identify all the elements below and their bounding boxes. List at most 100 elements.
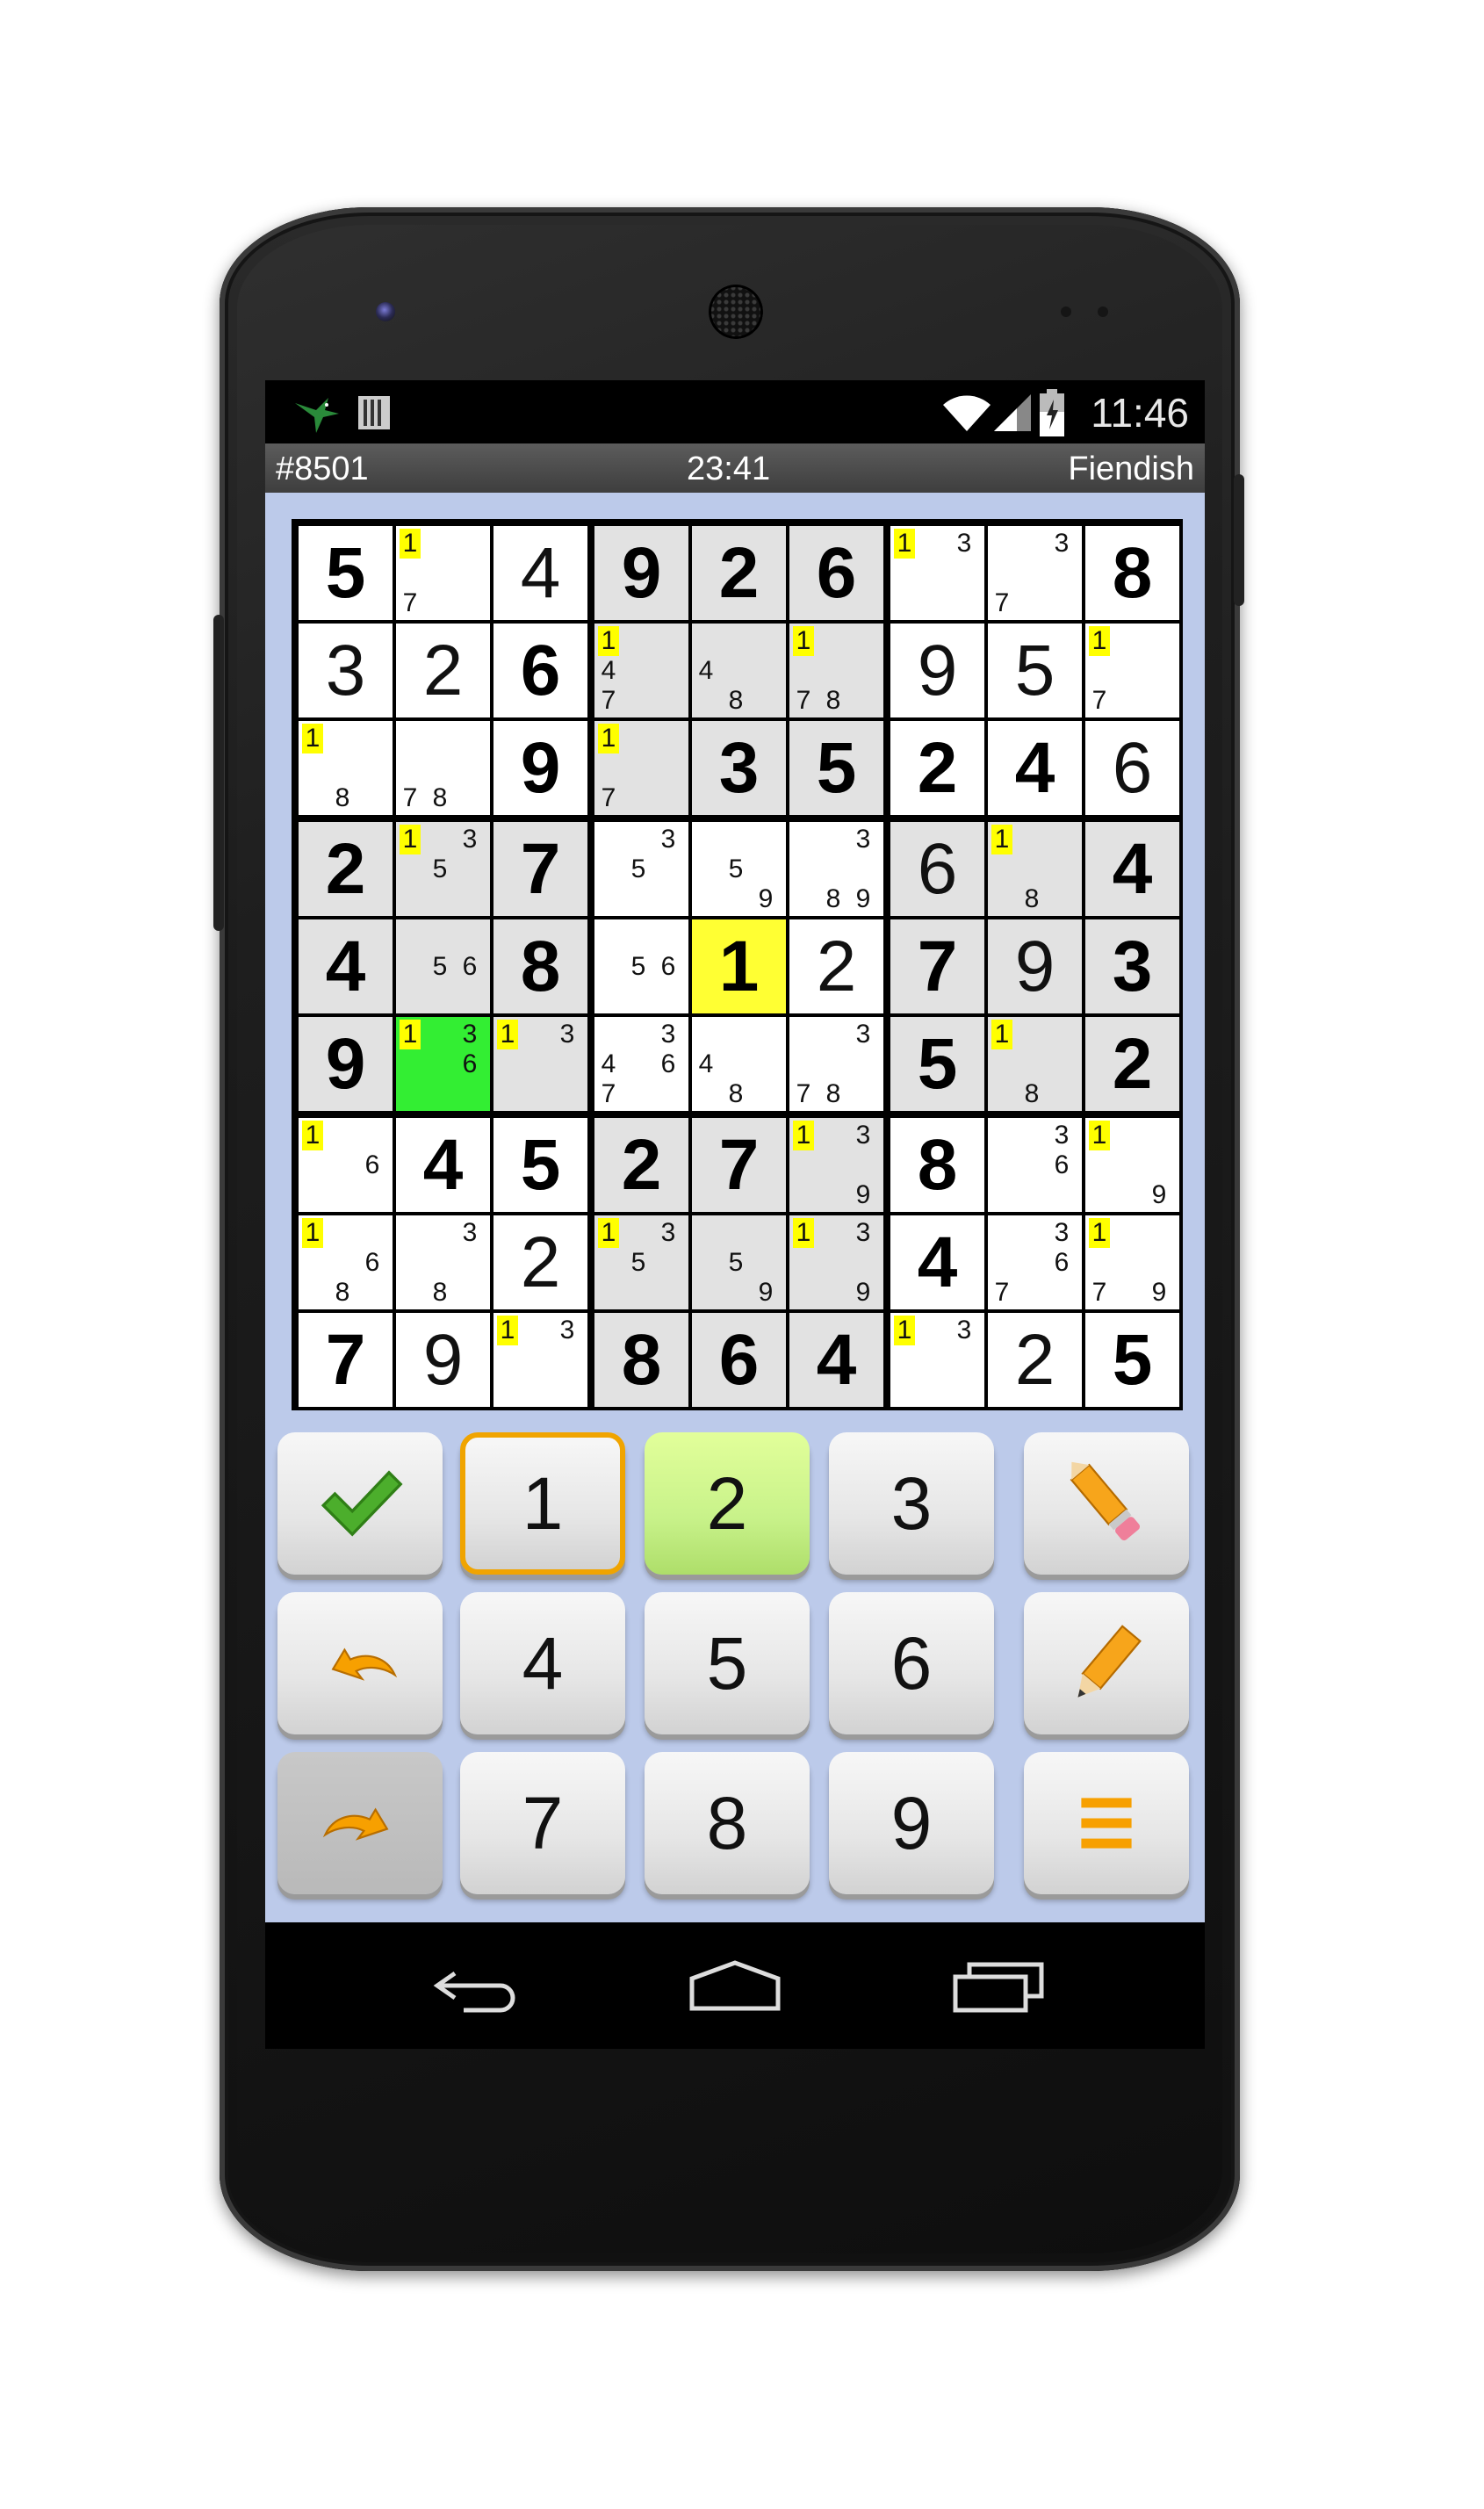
sudoku-cell[interactable]: 13: [890, 526, 984, 620]
sudoku-cell[interactable]: 1 68: [299, 1215, 393, 1309]
digit-key-2[interactable]: 2: [645, 1432, 810, 1575]
sudoku-cell[interactable]: 1 7 9: [1085, 1215, 1179, 1309]
digit-key-6[interactable]: 6: [829, 1592, 994, 1734]
sudoku-cell[interactable]: 59: [692, 1215, 786, 1309]
sudoku-cell[interactable]: 18: [299, 721, 393, 815]
sudoku-cell[interactable]: 78: [396, 721, 490, 815]
sudoku-cell[interactable]: 2: [493, 1215, 587, 1309]
sudoku-cell[interactable]: 147: [594, 624, 688, 717]
eraser-pencil-button[interactable]: [1024, 1432, 1189, 1575]
sudoku-cell[interactable]: 3: [299, 624, 393, 717]
sudoku-cell[interactable]: 5: [493, 1118, 587, 1212]
digit-key-1[interactable]: 1: [460, 1432, 625, 1575]
home-icon[interactable]: [687, 1957, 783, 2014]
sudoku-cell[interactable]: 8: [493, 919, 587, 1013]
sudoku-cell[interactable]: 6: [789, 526, 883, 620]
sudoku-cell[interactable]: 13: [890, 1313, 984, 1407]
sudoku-cell[interactable]: 1 35: [594, 1215, 688, 1309]
sudoku-cell[interactable]: 9: [594, 526, 688, 620]
sudoku-cell[interactable]: 1 78: [789, 624, 883, 717]
sudoku-cell[interactable]: 13: [493, 1313, 587, 1407]
sudoku-cell[interactable]: 6: [890, 822, 984, 916]
sudoku-cell[interactable]: 7: [299, 1313, 393, 1407]
sudoku-cell[interactable]: 4: [396, 1118, 490, 1212]
sudoku-cell[interactable]: 1 3 9: [789, 1118, 883, 1212]
digit-key-3[interactable]: 3: [829, 1432, 994, 1575]
sudoku-cell[interactable]: 9: [988, 919, 1082, 1013]
sudoku-cell[interactable]: 2: [299, 822, 393, 916]
sudoku-cell[interactable]: 2: [692, 526, 786, 620]
sudoku-cell[interactable]: 4: [890, 1215, 984, 1309]
sudoku-cell[interactable]: 9: [299, 1017, 393, 1111]
digit-key-9[interactable]: 9: [829, 1752, 994, 1894]
sudoku-cell[interactable]: 2: [594, 1118, 688, 1212]
sudoku-cell[interactable]: 19: [1085, 1118, 1179, 1212]
sudoku-cell[interactable]: 4: [1085, 822, 1179, 916]
sudoku-cell[interactable]: 48: [692, 624, 786, 717]
sudoku-cell[interactable]: 8: [890, 1118, 984, 1212]
sudoku-cell[interactable]: 48: [692, 1017, 786, 1111]
sudoku-cell[interactable]: 4: [988, 721, 1082, 815]
sudoku-cell[interactable]: 3: [1085, 919, 1179, 1013]
sudoku-cell[interactable]: 18: [988, 822, 1082, 916]
sudoku-cell[interactable]: 9: [396, 1313, 490, 1407]
sudoku-cell[interactable]: 6: [493, 624, 587, 717]
sudoku-cell[interactable]: 2: [1085, 1017, 1179, 1111]
undo-button[interactable]: [277, 1592, 443, 1734]
sudoku-cell[interactable]: 1 36: [396, 1017, 490, 1111]
sudoku-cell[interactable]: 1: [692, 919, 786, 1013]
sudoku-cell[interactable]: 5: [890, 1017, 984, 1111]
sudoku-cell[interactable]: 9: [493, 721, 587, 815]
sudoku-cell[interactable]: 17: [396, 526, 490, 620]
sudoku-cell[interactable]: 2: [789, 919, 883, 1013]
sudoku-cell[interactable]: 5: [988, 624, 1082, 717]
sudoku-cell[interactable]: 5: [789, 721, 883, 815]
digit-key-7[interactable]: 7: [460, 1752, 625, 1894]
sudoku-cell[interactable]: 7: [493, 822, 587, 916]
digit-key-4[interactable]: 4: [460, 1592, 625, 1734]
sudoku-cell[interactable]: 8: [594, 1313, 688, 1407]
recent-apps-icon[interactable]: [950, 1957, 1047, 2014]
sudoku-cell[interactable]: 6: [1085, 721, 1179, 815]
check-button[interactable]: [277, 1432, 443, 1575]
sudoku-cell[interactable]: 3: [692, 721, 786, 815]
sudoku-cell[interactable]: 8: [1085, 526, 1179, 620]
sudoku-cell[interactable]: 13: [493, 1017, 587, 1111]
sudoku-cell[interactable]: 17: [594, 721, 688, 815]
sudoku-cell[interactable]: 6: [692, 1313, 786, 1407]
sudoku-cell[interactable]: 3 4 6 7: [594, 1017, 688, 1111]
sudoku-cell[interactable]: 17: [1085, 624, 1179, 717]
sudoku-cell[interactable]: 3 89: [789, 822, 883, 916]
sudoku-cell[interactable]: 35: [594, 822, 688, 916]
pencil-button[interactable]: [1024, 1592, 1189, 1734]
sudoku-cell[interactable]: 9: [890, 624, 984, 717]
sudoku-cell[interactable]: 18: [988, 1017, 1082, 1111]
sudoku-cell[interactable]: 5: [1085, 1313, 1179, 1407]
sudoku-cell[interactable]: 37: [988, 526, 1082, 620]
cell-value: 4: [1112, 828, 1153, 909]
sudoku-cell[interactable]: 56: [594, 919, 688, 1013]
sudoku-cell[interactable]: 59: [692, 822, 786, 916]
redo-button[interactable]: [277, 1752, 443, 1894]
back-icon[interactable]: [429, 1957, 525, 2014]
sudoku-cell[interactable]: 2: [396, 624, 490, 717]
sudoku-cell[interactable]: 2: [890, 721, 984, 815]
sudoku-cell[interactable]: 7: [890, 919, 984, 1013]
sudoku-cell[interactable]: 2: [988, 1313, 1082, 1407]
sudoku-cell[interactable]: 4: [493, 526, 587, 620]
sudoku-cell[interactable]: 4: [789, 1313, 883, 1407]
sudoku-cell[interactable]: 36 7: [988, 1215, 1082, 1309]
sudoku-cell[interactable]: 16: [299, 1118, 393, 1212]
sudoku-cell[interactable]: 36: [988, 1118, 1082, 1212]
menu-button[interactable]: [1024, 1752, 1189, 1894]
sudoku-cell[interactable]: 38: [396, 1215, 490, 1309]
sudoku-cell[interactable]: 7: [692, 1118, 786, 1212]
sudoku-cell[interactable]: 1 3 9: [789, 1215, 883, 1309]
sudoku-cell[interactable]: 5: [299, 526, 393, 620]
sudoku-cell[interactable]: 3 78: [789, 1017, 883, 1111]
sudoku-cell[interactable]: 4: [299, 919, 393, 1013]
digit-key-8[interactable]: 8: [645, 1752, 810, 1894]
digit-key-5[interactable]: 5: [645, 1592, 810, 1734]
sudoku-cell[interactable]: 1 35: [396, 822, 490, 916]
sudoku-cell[interactable]: 56: [396, 919, 490, 1013]
